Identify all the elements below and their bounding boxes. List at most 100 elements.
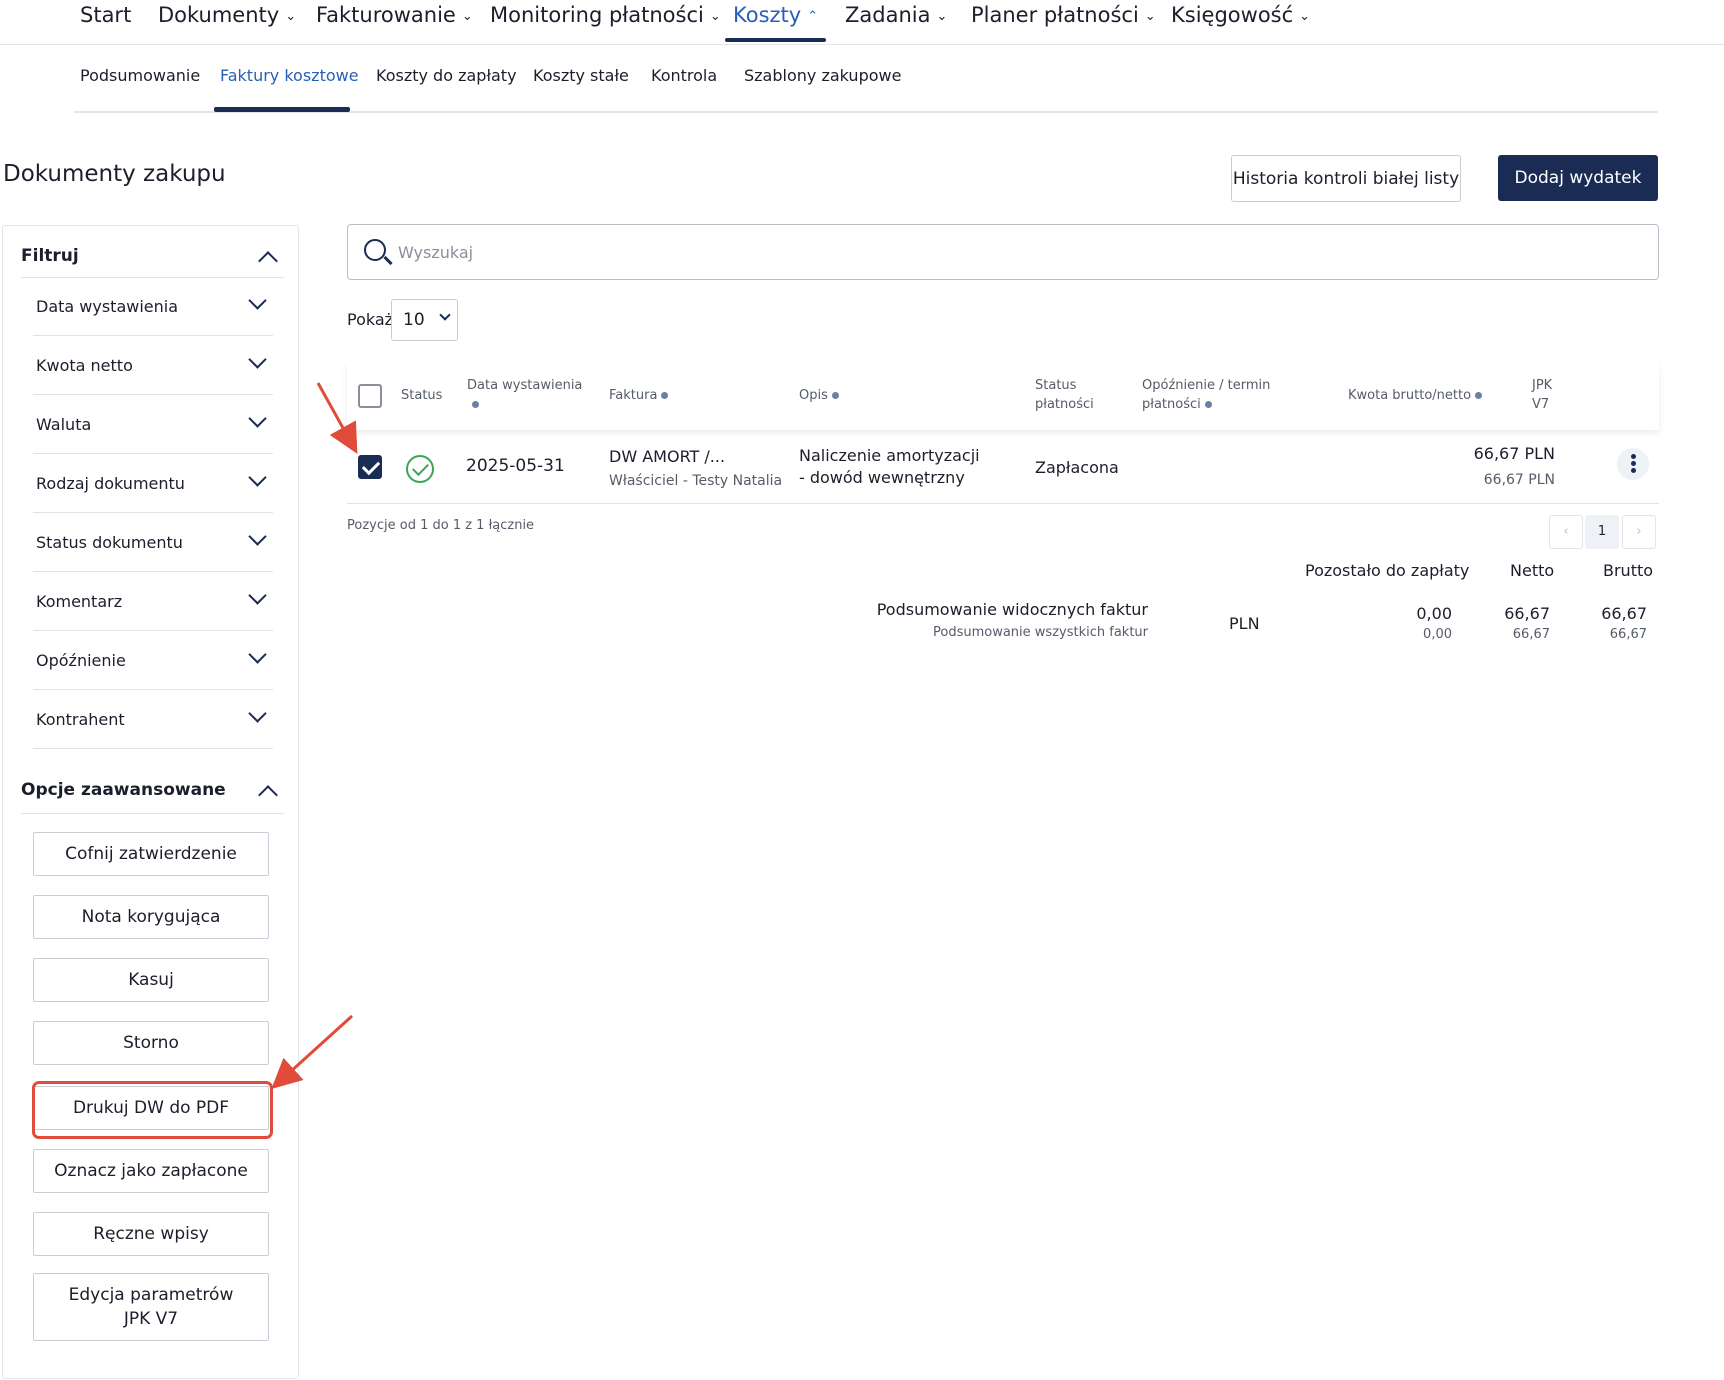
- search-bar: [347, 224, 1659, 280]
- search-input[interactable]: [398, 237, 1638, 267]
- filter-status-dokumentu[interactable]: Status dokumentu: [33, 514, 273, 572]
- column-payment-status-label: Status: [1035, 378, 1077, 393]
- summary-header-net: Netto: [1510, 561, 1555, 580]
- divider: [21, 813, 284, 814]
- filter-data-wystawienia[interactable]: Data wystawienia: [33, 278, 273, 336]
- add-expense-button[interactable]: Dodaj wydatek: [1498, 155, 1658, 201]
- filter-label: Waluta: [36, 415, 92, 434]
- row-description-line1: Naliczenie amortyzacji: [799, 446, 980, 465]
- collapse-filters-icon[interactable]: [258, 251, 278, 271]
- chevron-down-icon: ⌄: [285, 9, 297, 24]
- column-delay[interactable]: Opóźnienie / termin płatności: [1142, 376, 1270, 414]
- nav-planer-platnosci[interactable]: Planer płatności ⌄: [971, 0, 1156, 44]
- storno-button[interactable]: Storno: [33, 1021, 269, 1065]
- nav-fakturowanie-label: Fakturowanie: [316, 3, 456, 27]
- table-row[interactable]: 2025-05-31 DW AMORT /... Właściciel - Te…: [347, 432, 1659, 504]
- row-invoice-number[interactable]: DW AMORT /...: [609, 447, 725, 466]
- sort-icon: [831, 392, 839, 399]
- undo-approval-button[interactable]: Cofnij zatwierdzenie: [33, 832, 269, 876]
- row-date: 2025-05-31: [466, 456, 565, 476]
- row-gross-amount: 66,67 PLN: [1473, 444, 1555, 463]
- filter-label: Kontrahent: [36, 710, 125, 729]
- filter-kwota-netto[interactable]: Kwota netto: [33, 337, 273, 395]
- column-status[interactable]: Status: [401, 386, 442, 405]
- filter-komentarz[interactable]: Komentarz: [33, 573, 273, 631]
- page-size-value: 10: [403, 310, 425, 330]
- next-page-button[interactable]: ›: [1622, 515, 1656, 549]
- nav-fakturowanie[interactable]: Fakturowanie ⌄: [316, 0, 473, 44]
- nav-monitoring-label: Monitoring płatności: [490, 3, 704, 27]
- chevron-down-icon: ⌄: [461, 9, 473, 24]
- filter-waluta[interactable]: Waluta: [33, 396, 273, 454]
- collapse-advanced-icon[interactable]: [258, 785, 278, 805]
- row-payment-status: Zapłacona: [1035, 458, 1119, 477]
- summary-header-gross: Brutto: [1603, 561, 1654, 580]
- filter-label: Status dokumentu: [36, 533, 183, 552]
- delete-button[interactable]: Kasuj: [33, 958, 269, 1002]
- nav-dokumenty-label: Dokumenty: [158, 3, 280, 27]
- tab-faktury-kosztowe[interactable]: Faktury kosztowe: [220, 66, 359, 85]
- summary-visible-net: 66,67: [1504, 604, 1550, 623]
- tab-podsumowanie[interactable]: Podsumowanie: [80, 66, 200, 85]
- chevron-up-icon: ⌃: [807, 9, 819, 24]
- tab-szablony-zakupowe[interactable]: Szablony zakupowe: [744, 66, 901, 85]
- filter-kontrahent[interactable]: Kontrahent: [33, 691, 273, 749]
- tab-koszty-stale[interactable]: Koszty stałe: [533, 66, 629, 85]
- chevron-down-icon: ⌄: [709, 9, 721, 24]
- chevron-down-icon: ⌄: [1299, 9, 1311, 24]
- column-jpk-v7: JPK V7: [1532, 376, 1552, 414]
- nav-dokumenty[interactable]: Dokumenty ⌄: [158, 0, 296, 44]
- tab-koszty-do-zaplaty[interactable]: Koszty do zapłaty: [376, 66, 517, 85]
- filter-rodzaj-dokumentu[interactable]: Rodzaj dokumentu: [33, 455, 273, 513]
- sort-icon: [1204, 401, 1212, 408]
- filter-panel: Filtruj Data wystawienia Kwota netto Wal…: [2, 225, 299, 1379]
- page-1-button[interactable]: 1: [1585, 515, 1619, 549]
- nav-monitoring-platnosci[interactable]: Monitoring płatności ⌄: [490, 0, 721, 44]
- nav-zadania[interactable]: Zadania ⌄: [845, 0, 947, 44]
- chevron-down-icon: [248, 409, 267, 428]
- manual-entries-button[interactable]: Ręczne wpisy: [33, 1212, 269, 1256]
- column-amount[interactable]: Kwota brutto/netto: [1348, 386, 1483, 405]
- mark-as-paid-button[interactable]: Oznacz jako zapłacone: [33, 1149, 269, 1193]
- column-date-label: Data wystawienia: [467, 378, 583, 393]
- column-invoice[interactable]: Faktura: [609, 386, 669, 405]
- page-size-label: Pokaż: [347, 310, 394, 329]
- nav-start-label: Start: [80, 3, 132, 27]
- summary-visible-gross: 66,67: [1601, 604, 1647, 623]
- select-all-checkbox[interactable]: [358, 384, 382, 408]
- row-checkbox[interactable]: [358, 455, 382, 479]
- whitelist-history-button[interactable]: Historia kontroli białej listy: [1231, 155, 1461, 202]
- nav-koszty[interactable]: Koszty ⌃: [724, 0, 827, 44]
- jpk-v7-params-button[interactable]: Edycja parametrów JPK V7: [33, 1273, 269, 1341]
- nav-start[interactable]: Start: [80, 0, 131, 44]
- tab-kontrola[interactable]: Kontrola: [651, 66, 717, 85]
- prev-page-button[interactable]: ‹: [1549, 515, 1583, 549]
- page-size-select[interactable]: 10: [391, 299, 458, 341]
- filter-opoznienie[interactable]: Opóźnienie: [33, 632, 273, 690]
- sort-icon: [472, 401, 479, 408]
- row-invoice-owner: Właściciel - Testy Natalia: [609, 473, 783, 489]
- row-more-options-icon[interactable]: [1617, 448, 1649, 480]
- summary-all-gross: 66,67: [1609, 627, 1647, 642]
- summary-currency: PLN: [1229, 614, 1260, 633]
- column-jpk-label: JPK: [1532, 378, 1553, 393]
- filter-label: Komentarz: [36, 592, 123, 611]
- chevron-down-icon: [248, 645, 267, 664]
- filter-label: Opóźnienie: [36, 651, 126, 670]
- column-amount-label: Kwota brutto/netto: [1348, 388, 1472, 403]
- sort-icon: [1475, 392, 1483, 399]
- column-description[interactable]: Opis: [799, 386, 839, 405]
- correction-note-button[interactable]: Nota korygująca: [33, 895, 269, 939]
- search-icon: [364, 239, 386, 261]
- sort-icon: [661, 392, 669, 399]
- column-date[interactable]: Data wystawienia: [467, 376, 582, 414]
- kebab-dot: [1631, 461, 1636, 466]
- check-circle-icon: [406, 455, 434, 483]
- chevron-down-icon: [439, 309, 451, 321]
- row-description-line2: - dowód wewnętrzny: [799, 468, 965, 487]
- filter-label: Rodzaj dokumentu: [36, 474, 185, 493]
- column-payment-status: Status płatności: [1035, 376, 1094, 414]
- nav-ksiegowosc[interactable]: Księgowość ⌄: [1171, 0, 1310, 44]
- chevron-down-icon: ⌄: [1144, 9, 1156, 24]
- summary-all-net: 66,67: [1512, 627, 1550, 642]
